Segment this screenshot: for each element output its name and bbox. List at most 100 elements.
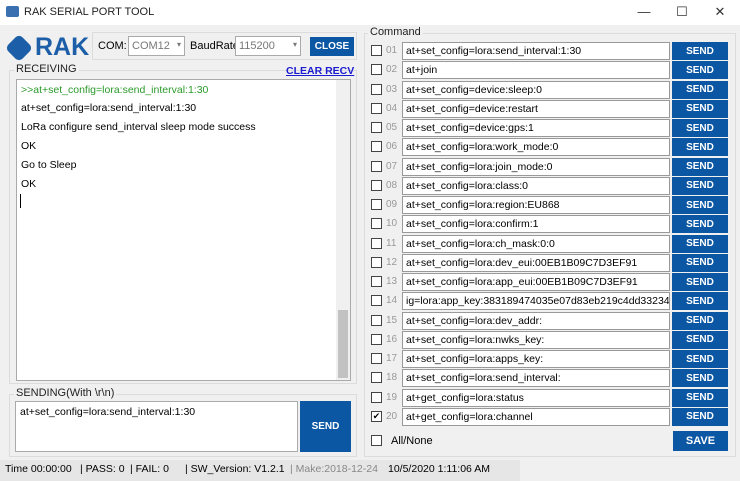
send-input[interactable]: at+set_config=lora:send_interval:1:30 — [15, 401, 298, 452]
command-row: 17 at+set_config=lora:apps_key: SEND — [370, 350, 730, 369]
command-input[interactable]: at+set_config=lora:class:0 — [402, 176, 670, 195]
command-input[interactable]: at+get_config=lora:channel — [402, 407, 670, 426]
command-send-button[interactable]: SEND — [672, 215, 728, 234]
command-input[interactable]: at+set_config=lora:confirm:1 — [402, 215, 670, 234]
command-send-button[interactable]: SEND — [672, 138, 728, 157]
command-checkbox[interactable] — [371, 83, 382, 95]
command-input[interactable]: at+set_config=lora:nwks_key: — [402, 330, 670, 349]
command-send-button[interactable]: SEND — [672, 369, 728, 388]
scrollbar[interactable] — [336, 80, 350, 380]
command-input[interactable]: at+set_config=lora:dev_eui:00EB1B09C7D3E… — [402, 253, 670, 272]
command-row: 18 at+set_config=lora:send_interval: SEN… — [370, 369, 730, 388]
close-window-button[interactable]: ✕ — [710, 4, 730, 20]
recv-line: at+set_config=lora:send_interval:1:30 — [21, 102, 197, 114]
command-send-button[interactable]: SEND — [672, 273, 728, 292]
status-version: | SW_Version: V1.2.1 — [185, 463, 285, 475]
command-checkbox[interactable] — [371, 218, 382, 230]
scrollbar-thumb[interactable] — [338, 310, 348, 378]
command-row: 04 at+set_config=device:restart SEND — [370, 99, 730, 118]
command-row: 10 at+set_config=lora:confirm:1 SEND — [370, 215, 730, 234]
command-row: 12 at+set_config=lora:dev_eui:00EB1B09C7… — [370, 253, 730, 272]
command-send-button[interactable]: SEND — [672, 234, 728, 253]
save-button[interactable]: SAVE — [673, 431, 728, 451]
command-send-button[interactable]: SEND — [672, 253, 728, 272]
command-send-button[interactable]: SEND — [672, 292, 728, 311]
command-checkbox[interactable] — [371, 122, 382, 134]
command-input[interactable]: ig=lora:app_key:383189474035e07d83eb219c… — [402, 292, 670, 311]
command-input[interactable]: at+set_config=lora:region:EU868 — [402, 196, 670, 215]
command-input[interactable]: at+set_config=lora:join_mode:0 — [402, 157, 670, 176]
command-checkbox[interactable]: ✔ — [371, 410, 382, 422]
com-select[interactable]: COM12 ▾ — [128, 36, 185, 56]
command-send-button[interactable]: SEND — [672, 61, 728, 80]
command-checkbox[interactable] — [371, 314, 382, 326]
command-send-button[interactable]: SEND — [672, 196, 728, 215]
command-checkbox[interactable] — [371, 256, 382, 268]
command-checkbox[interactable] — [371, 102, 382, 114]
command-input[interactable]: at+set_config=lora:send_interval:1:30 — [402, 42, 670, 60]
command-input[interactable]: at+set_config=lora:app_eui:00EB1B09C7D3E… — [402, 273, 670, 292]
command-number: 03 — [386, 83, 398, 95]
command-send-button[interactable]: SEND — [672, 99, 728, 118]
minimize-button[interactable]: — — [634, 4, 654, 19]
command-row: 08 at+set_config=lora:class:0 SEND — [370, 176, 730, 195]
command-checkbox[interactable] — [371, 276, 382, 288]
window-title: RAK SERIAL PORT TOOL — [24, 6, 155, 18]
send-button[interactable]: SEND — [300, 401, 351, 452]
command-input[interactable]: at+set_config=device:sleep:0 — [402, 80, 670, 99]
command-row: 13 at+set_config=lora:app_eui:00EB1B09C7… — [370, 273, 730, 292]
command-input[interactable]: at+join — [402, 61, 670, 80]
command-checkbox[interactable] — [371, 237, 382, 249]
command-send-button[interactable]: SEND — [672, 311, 728, 330]
command-input[interactable]: at+set_config=device:restart — [402, 99, 670, 118]
command-input[interactable]: at+set_config=lora:ch_mask:0:0 — [402, 234, 670, 253]
command-send-button[interactable]: SEND — [672, 350, 728, 369]
command-checkbox[interactable] — [371, 333, 382, 345]
command-checkbox[interactable] — [371, 372, 382, 384]
command-send-button[interactable]: SEND — [672, 388, 728, 407]
all-none-checkbox[interactable] — [371, 435, 382, 446]
command-number: 15 — [386, 314, 398, 326]
status-datetime: 10/5/2020 1:11:06 AM — [388, 463, 490, 475]
rak-logo-icon — [4, 33, 34, 63]
com-value: COM12 — [132, 40, 170, 52]
command-send-button[interactable]: SEND — [672, 119, 728, 138]
command-send-button[interactable]: SEND — [672, 80, 728, 99]
command-checkbox[interactable] — [371, 141, 382, 153]
command-send-button[interactable]: SEND — [672, 42, 728, 60]
command-input[interactable]: at+set_config=lora:work_mode:0 — [402, 138, 670, 157]
command-send-button[interactable]: SEND — [672, 176, 728, 195]
command-number: 09 — [386, 199, 398, 211]
command-number: 10 — [386, 218, 398, 230]
command-send-button[interactable]: SEND — [672, 330, 728, 349]
command-checkbox[interactable] — [371, 160, 382, 172]
text-cursor — [20, 194, 21, 208]
baud-select[interactable]: 115200 ▾ — [235, 36, 301, 56]
command-checkbox[interactable] — [371, 64, 382, 76]
title-bar: RAK SERIAL PORT TOOL — ☐ ✕ — [0, 0, 740, 25]
command-send-button[interactable]: SEND — [672, 157, 728, 176]
command-checkbox[interactable] — [371, 179, 382, 191]
receive-textbox[interactable]: >>at+set_config=lora:send_interval:1:30 … — [16, 79, 351, 381]
status-make: | Make:2018-12-24 — [290, 463, 378, 475]
command-input[interactable]: at+set_config=lora:dev_addr: — [402, 311, 670, 330]
rak-logo: RAK — [35, 33, 90, 61]
command-row: ✔ 20 at+get_config=lora:channel SEND — [370, 407, 730, 426]
command-input[interactable]: at+set_config=device:gps:1 — [402, 119, 670, 138]
command-checkbox[interactable] — [371, 295, 382, 307]
command-input[interactable]: at+set_config=lora:apps_key: — [402, 350, 670, 369]
clear-recv-link[interactable]: CLEAR RECV — [286, 65, 354, 77]
command-row: 03 at+set_config=device:sleep:0 SEND — [370, 80, 730, 99]
close-port-button[interactable]: CLOSE — [310, 37, 354, 56]
command-checkbox[interactable] — [371, 199, 382, 211]
command-send-button[interactable]: SEND — [672, 407, 728, 426]
command-checkbox[interactable] — [371, 353, 382, 365]
command-row: 16 at+set_config=lora:nwks_key: SEND — [370, 330, 730, 349]
recv-line: >>at+set_config=lora:send_interval:1:30 — [21, 84, 209, 96]
command-checkbox[interactable] — [371, 45, 382, 56]
command-input[interactable]: at+get_config=lora:status — [402, 388, 670, 407]
command-checkbox[interactable] — [371, 391, 382, 403]
command-row: 05 at+set_config=device:gps:1 SEND — [370, 119, 730, 138]
command-input[interactable]: at+set_config=lora:send_interval: — [402, 369, 670, 388]
maximize-button[interactable]: ☐ — [672, 4, 692, 20]
